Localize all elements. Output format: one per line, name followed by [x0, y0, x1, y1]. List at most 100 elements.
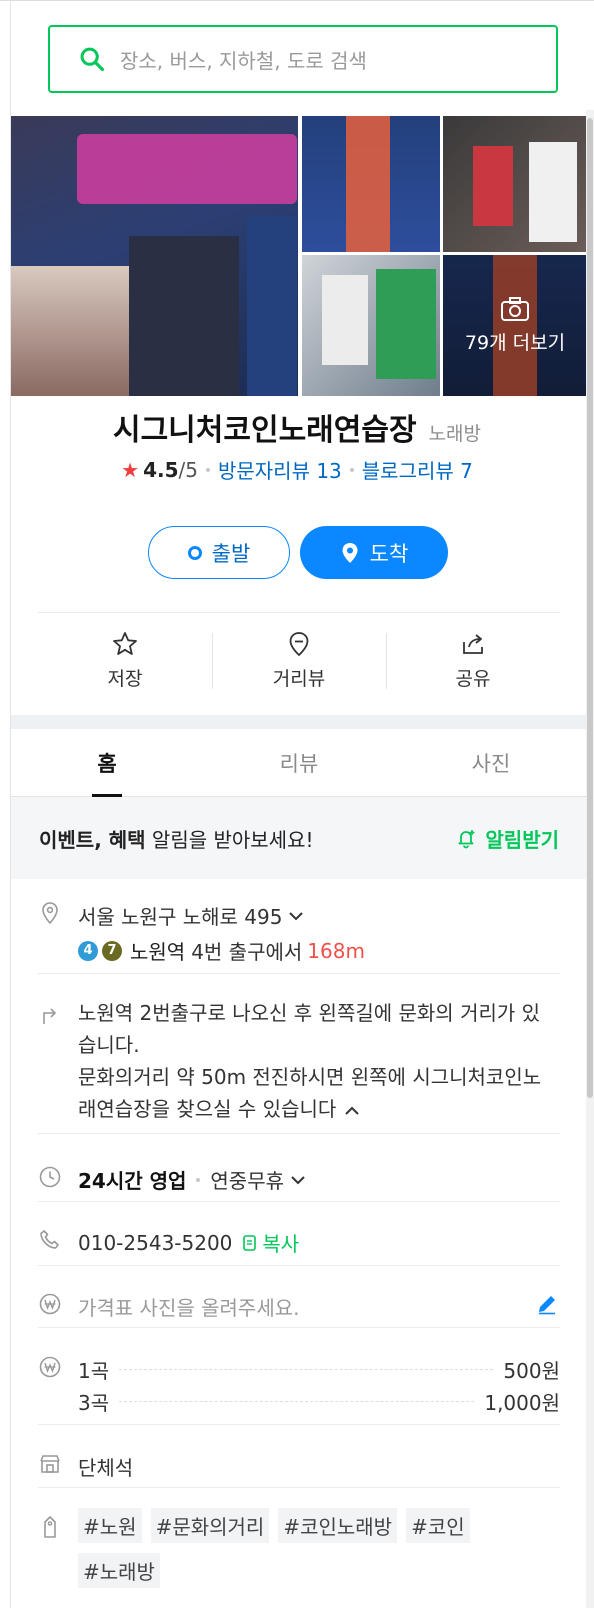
divider — [38, 1487, 560, 1488]
pencil-edit-icon[interactable] — [536, 1293, 558, 1315]
keyword-tag[interactable]: #노원 — [78, 1508, 142, 1543]
keyword-tag[interactable]: #노래방 — [78, 1553, 160, 1588]
chevron-down-icon — [289, 911, 304, 920]
photo-box — [322, 275, 368, 365]
more-photos-label: 79개 더보기 — [464, 332, 566, 354]
photo-sign-shape — [77, 134, 297, 204]
photo-stripe — [346, 116, 390, 252]
price-item-price: 500원 — [503, 1358, 560, 1383]
share-button[interactable]: 공유 — [386, 625, 560, 695]
directions-text: 노원역 2번출구로 나오신 후 왼쪽길에 문화의 거리가 있습니다. 문화의거리… — [78, 1001, 542, 1121]
notice-bold: 이벤트, 혜택 — [39, 827, 146, 852]
divider — [38, 1424, 560, 1425]
separator-dot — [349, 467, 354, 472]
phone-row: 010-2543-5200 복사 — [78, 1228, 299, 1257]
search-box[interactable]: 장소, 버스, 지하철, 도로 검색 — [48, 25, 558, 93]
streetview-pin-icon — [289, 631, 309, 656]
chevron-down-icon — [291, 1175, 305, 1184]
keyword-tag[interactable]: #코인 — [406, 1508, 470, 1543]
hours-status: 24시간 영업 — [78, 1169, 187, 1193]
streetview-button[interactable]: 거리뷰 — [212, 625, 386, 695]
keyword-tag[interactable]: #문화의거리 — [150, 1508, 270, 1543]
subway-info: 4 7 노원역 4번 출구에서 168m — [78, 936, 365, 965]
photo-box — [529, 142, 577, 242]
price-item-price: 1,000원 — [484, 1390, 560, 1415]
dotted-leader — [119, 1400, 475, 1402]
photo-shop-shape — [11, 266, 131, 396]
photo-banner-shape — [247, 216, 297, 396]
clock-icon — [39, 1166, 61, 1188]
won-icon — [39, 1293, 61, 1315]
search-placeholder: 장소, 버스, 지하철, 도로 검색 — [120, 48, 367, 73]
place-title-row: 시그니처코인노래연습장 노래방 — [0, 405, 594, 449]
arrive-route-button[interactable]: 도착 — [300, 526, 448, 579]
photo-box — [376, 269, 436, 379]
price-photo-prompt[interactable]: 가격표 사진을 올려주세요. — [78, 1292, 299, 1321]
location-pin-icon — [342, 542, 358, 563]
share-label: 공유 — [455, 667, 491, 690]
more-photos-button[interactable]: 79개 더보기 — [443, 255, 587, 396]
notification-subscribe-button[interactable]: 알림받기 — [455, 824, 559, 853]
dotted-leader — [119, 1368, 494, 1370]
chevron-up-icon[interactable] — [344, 1103, 360, 1119]
save-button[interactable]: 저장 — [38, 625, 212, 695]
hours-extra: 연중무휴 — [210, 1169, 285, 1193]
photo-box — [473, 146, 513, 226]
section-gap — [11, 715, 587, 729]
won-icon — [39, 1356, 61, 1378]
price-item-name: 3곡 — [78, 1390, 110, 1415]
share-icon — [463, 633, 483, 654]
phone-icon — [40, 1230, 59, 1249]
photo-gallery: 79개 더보기 — [11, 116, 587, 396]
arrive-label: 도착 — [369, 541, 409, 566]
turn-right-icon — [43, 1008, 57, 1024]
streetview-label: 거리뷰 — [272, 667, 326, 690]
keyword-tag[interactable]: #코인노래방 — [278, 1508, 398, 1543]
visitor-review-link[interactable]: 방문자리뷰 13 — [218, 455, 342, 484]
tab-review[interactable]: 리뷰 — [203, 729, 395, 796]
separator-dot — [196, 1177, 201, 1182]
tab-home[interactable]: 홈 — [11, 729, 203, 797]
blog-review-link[interactable]: 블로그리뷰 7 — [362, 455, 473, 484]
event-notice-bar: 이벤트, 혜택 알림을 받아보세요! 알림받기 — [11, 797, 587, 879]
camera-icon — [501, 297, 529, 321]
address-text: 서울 노원구 노해로 495 — [78, 905, 283, 929]
facility-text: 단체석 — [78, 1456, 134, 1480]
separator-dot — [205, 467, 210, 472]
notification-subscribe-label: 알림받기 — [485, 827, 559, 852]
start-route-button[interactable]: 출발 — [148, 526, 290, 579]
business-hours-toggle[interactable]: 24시간 영업 연중무휴 — [78, 1165, 306, 1194]
tab-bar: 홈 리뷰 사진 — [11, 729, 587, 797]
photo-main[interactable] — [11, 116, 298, 396]
notice-rest: 알림을 받아보세요! — [145, 827, 314, 852]
notice-text: 이벤트, 혜택 알림을 받아보세요! — [39, 824, 314, 853]
divider — [38, 612, 560, 613]
price-list: 1곡 500원 3곡 1,000원 — [78, 1353, 560, 1417]
location-icon — [42, 902, 58, 925]
photo-thumb-1[interactable] — [302, 116, 440, 252]
copy-phone-button[interactable]: 복사 — [242, 1228, 299, 1257]
rating-max: /5 — [178, 457, 198, 482]
photo-thumb-3[interactable] — [302, 255, 440, 396]
star-icon — [113, 631, 137, 655]
copy-icon — [243, 1234, 257, 1251]
price-item-name: 1곡 — [78, 1358, 110, 1383]
photo-thumb-2[interactable] — [443, 116, 587, 252]
divider — [38, 1133, 560, 1134]
subway-distance: 168m — [307, 938, 365, 963]
tab-photo[interactable]: 사진 — [395, 729, 587, 796]
rating-row: ★ 4.5 /5 방문자리뷰 13 블로그리뷰 7 — [0, 455, 594, 484]
directions-text-block: 노원역 2번출구로 나오신 후 왼쪽길에 문화의 거리가 있습니다. 문화의거리… — [78, 997, 546, 1125]
divider — [38, 1327, 560, 1328]
action-bar: 저장 거리뷰 공유 — [38, 625, 560, 695]
save-label: 저장 — [107, 667, 143, 690]
scrollbar-thumb[interactable] — [587, 118, 593, 1098]
address-toggle[interactable]: 서울 노원구 노해로 495 — [78, 901, 304, 930]
subway-exit: 4번 출구에서 — [191, 940, 303, 964]
subway-station: 노원역 — [130, 940, 186, 964]
price-item: 3곡 1,000원 — [78, 1385, 560, 1417]
subway-line-7-badge: 7 — [102, 940, 122, 961]
store-icon — [40, 1455, 60, 1473]
phone-number[interactable]: 010-2543-5200 — [78, 1231, 232, 1255]
divider — [38, 1265, 560, 1266]
